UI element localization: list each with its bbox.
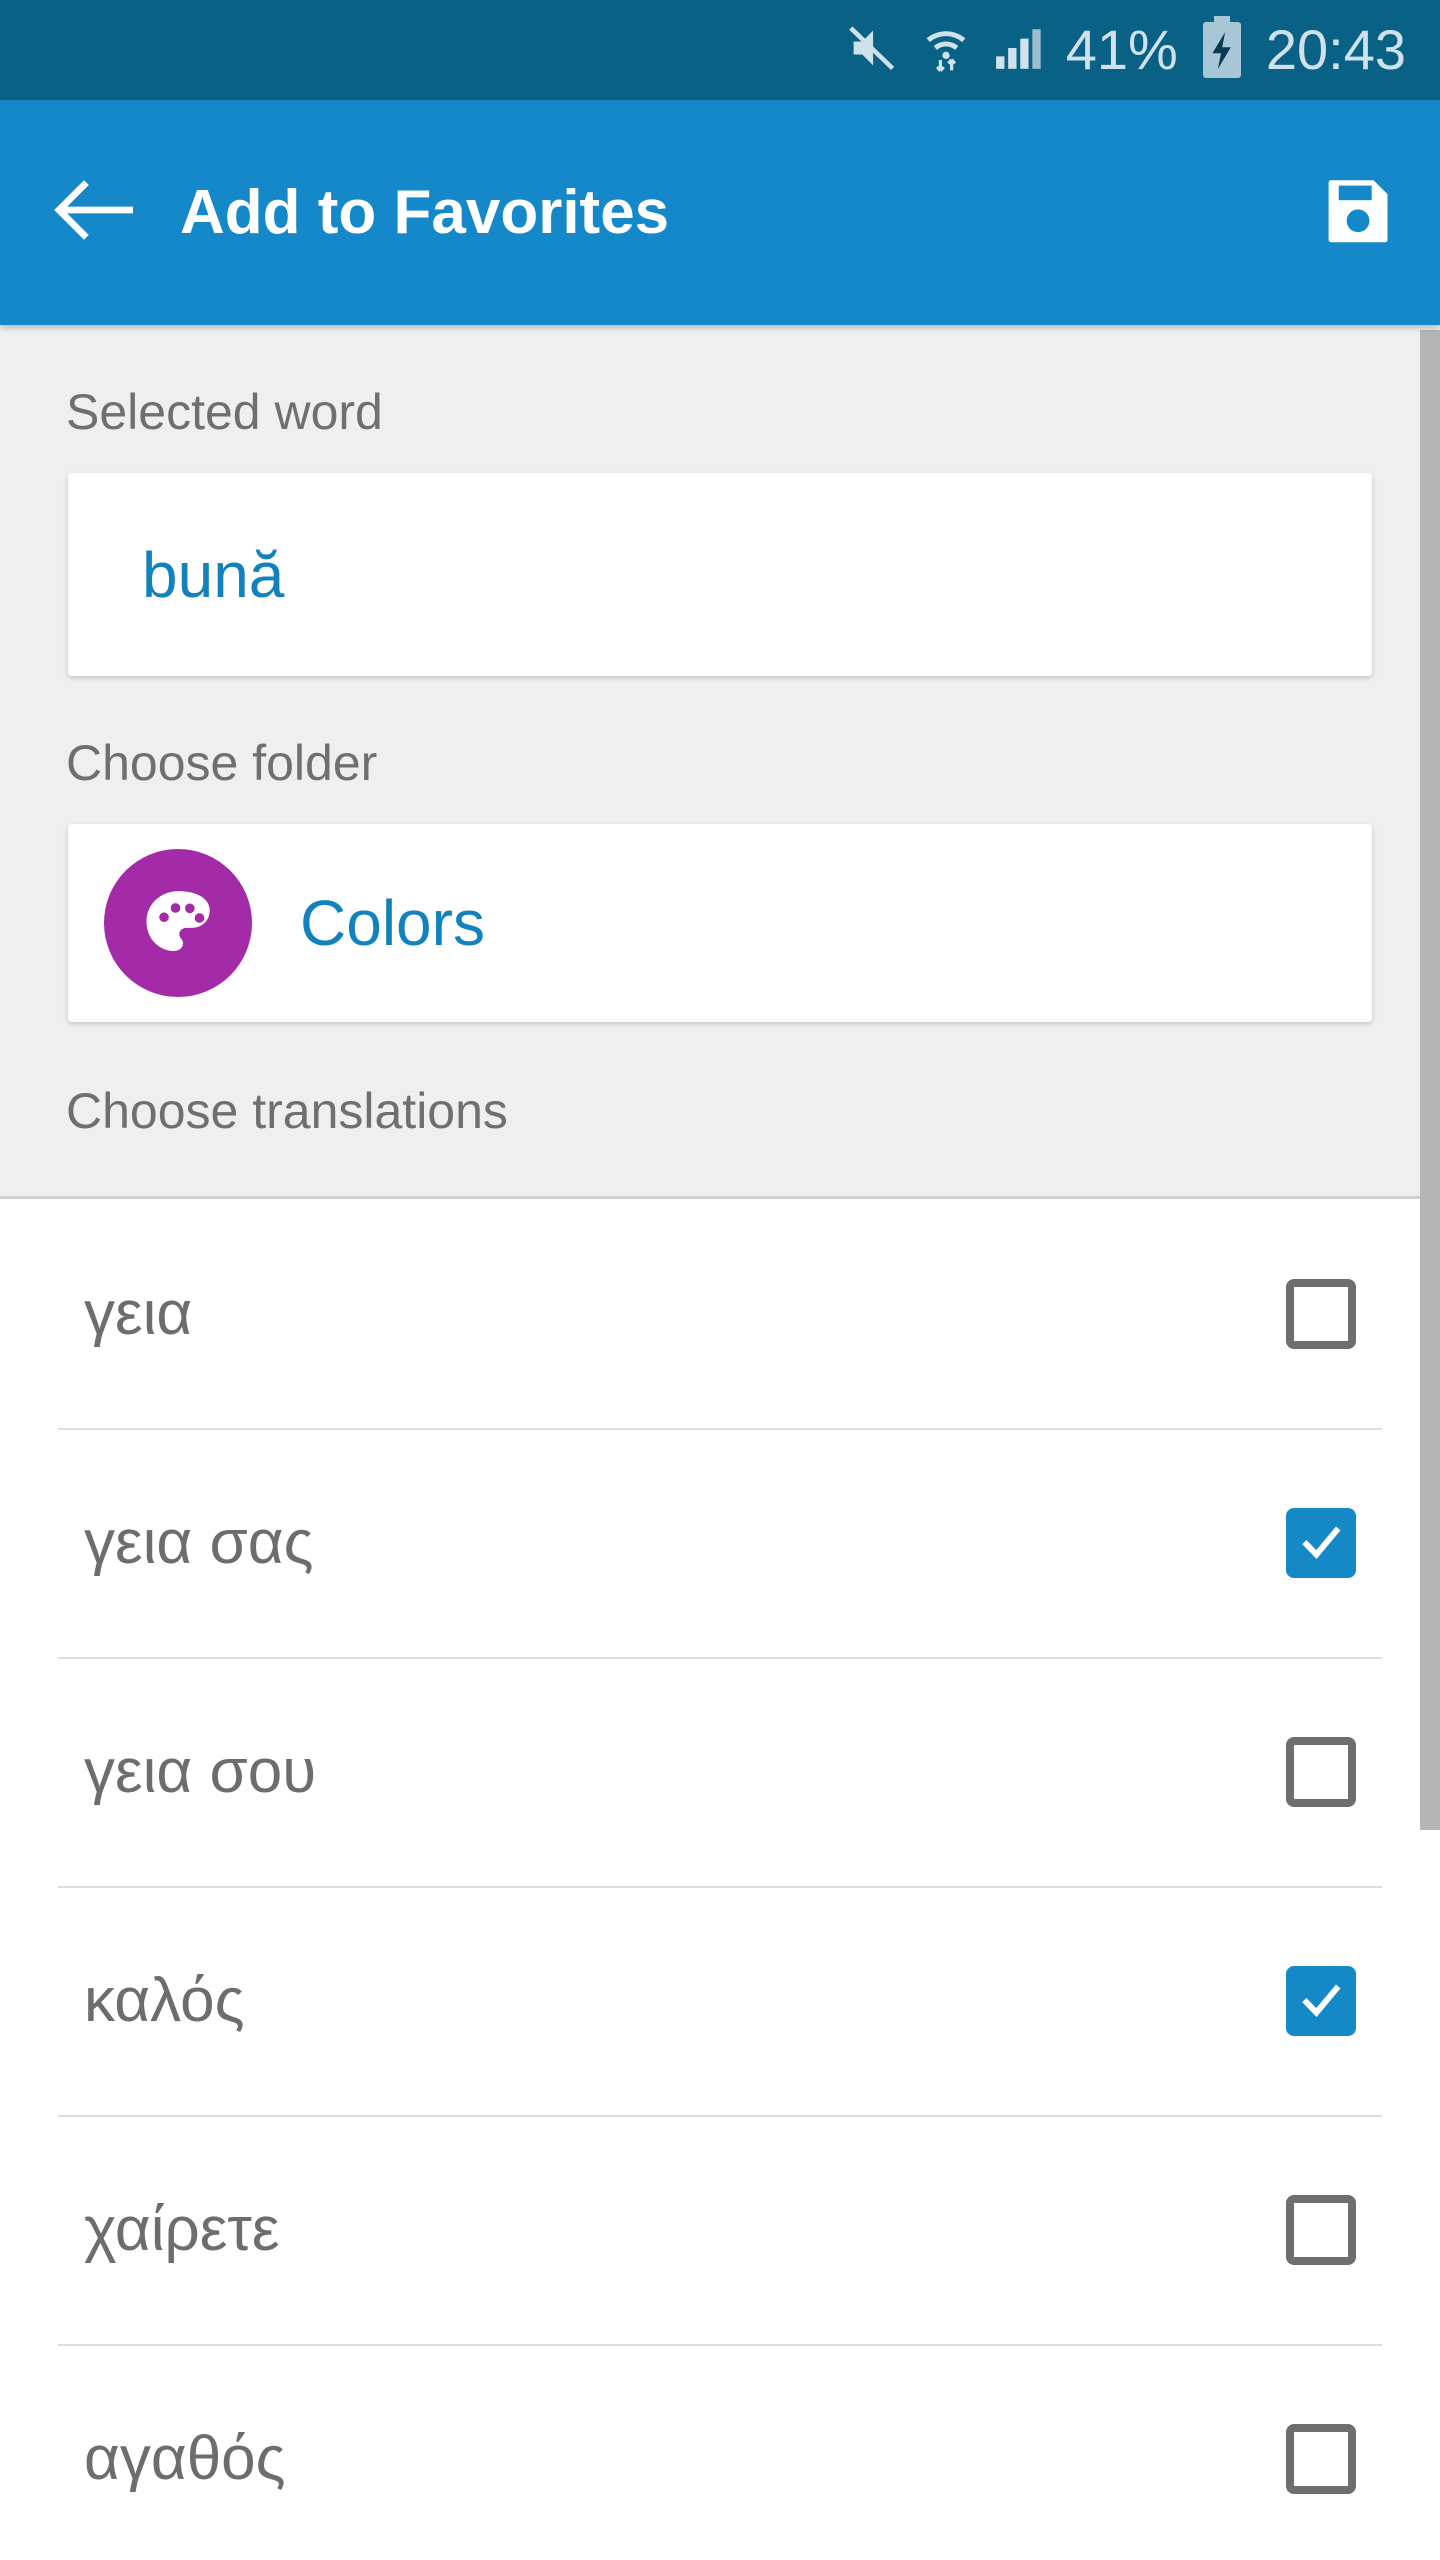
battery-percent-label: 41% [1065, 18, 1178, 81]
checkbox-checked-icon[interactable] [1286, 1507, 1356, 1578]
translation-label: γεια [84, 1278, 193, 1348]
translation-row[interactable]: γεια σου [0, 1657, 1440, 1886]
status-bar: 41% 20:43 [0, 0, 1440, 100]
wifi-icon [920, 20, 972, 81]
translation-row[interactable]: καλός [0, 1886, 1440, 2115]
translation-row[interactable]: γεια [0, 1199, 1440, 1428]
back-button[interactable] [50, 168, 140, 258]
translations-list: γεια γεια σας γεια σου καλός χαίρετε αγαθός [0, 1199, 1440, 2560]
volume-mute-icon [846, 22, 898, 79]
app-screen: 41% 20:43 Add to Favorites Selected word… [0, 0, 1440, 2560]
folder-selector[interactable]: Colors [68, 824, 1372, 1022]
translation-row[interactable]: αγαθός [0, 2344, 1440, 2560]
checkbox-unchecked-icon[interactable] [1286, 2194, 1356, 2265]
translation-label: γεια σου [84, 1736, 317, 1806]
folder-name: Colors [300, 887, 485, 959]
selected-word-field[interactable]: bună [68, 473, 1372, 676]
translation-label: καλός [84, 1965, 245, 2035]
selected-word-label: Selected word [66, 384, 383, 440]
checkbox-unchecked-icon[interactable] [1286, 1278, 1356, 1349]
translation-label: αγαθός [84, 2423, 286, 2493]
checkbox-checked-icon[interactable] [1286, 1965, 1356, 2036]
checkbox-unchecked-icon[interactable] [1286, 1736, 1356, 1807]
translation-row[interactable]: χαίρετε [0, 2115, 1440, 2344]
content-area: Selected word bună Choose folder Colors … [0, 325, 1440, 2560]
page-title: Add to Favorites [180, 178, 670, 247]
choose-translations-label: Choose translations [66, 1083, 508, 1139]
cellular-signal-icon [994, 22, 1044, 79]
clock-label: 20:43 [1265, 18, 1406, 81]
status-bar-icons: 41% 20:43 [846, 15, 1406, 85]
translation-label: χαίρετε [84, 2194, 280, 2264]
save-button[interactable] [1314, 168, 1404, 258]
arrow-left-icon [53, 179, 137, 246]
selected-word-value: bună [142, 538, 285, 611]
choose-folder-label: Choose folder [66, 735, 378, 791]
app-bar: Add to Favorites [0, 100, 1440, 325]
floppy-disk-save-icon [1321, 172, 1397, 253]
battery-charging-icon [1200, 15, 1244, 85]
checkbox-unchecked-icon[interactable] [1286, 2423, 1356, 2494]
translation-label: γεια σας [84, 1507, 314, 1577]
translation-row[interactable]: γεια σας [0, 1428, 1440, 1657]
palette-icon [104, 849, 252, 997]
